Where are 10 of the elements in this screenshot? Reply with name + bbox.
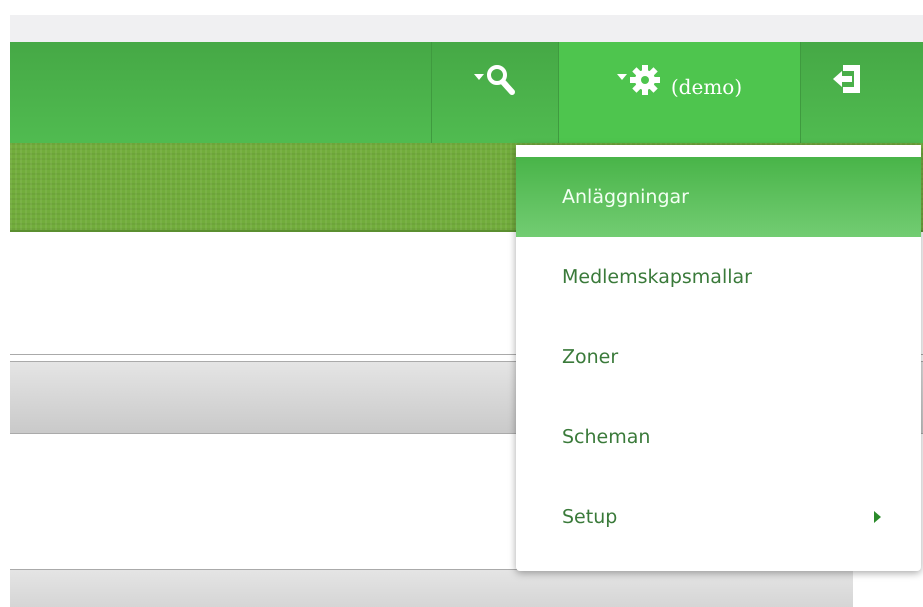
menu-item[interactable]: Zoner	[516, 317, 921, 397]
submenu-arrow-icon	[874, 511, 881, 523]
menu-item[interactable]: Scheman	[516, 397, 921, 477]
logout-icon	[831, 62, 863, 96]
search-icon	[486, 64, 516, 96]
caret-icon	[616, 74, 627, 80]
gear-icon	[628, 64, 661, 96]
menu-item[interactable]: Setup	[516, 477, 921, 557]
caret-icon	[474, 74, 484, 80]
menu-item[interactable]: Medlemskapsmallar	[516, 237, 921, 317]
